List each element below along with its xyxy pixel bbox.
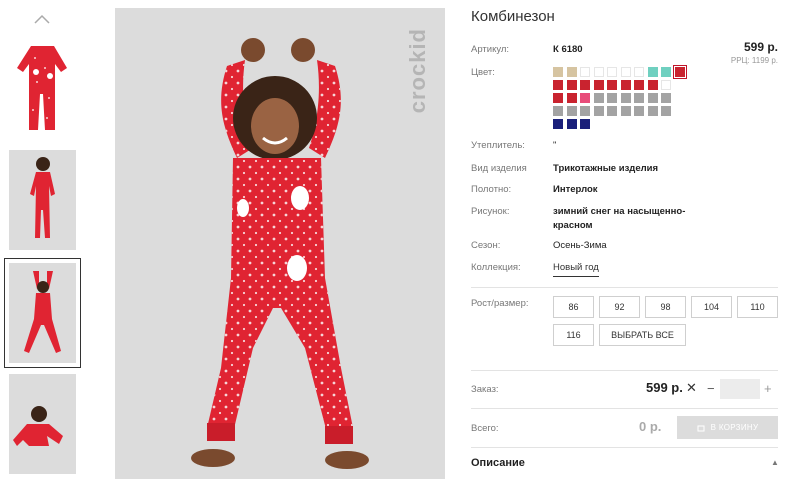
total-label: Всего: [471,423,499,434]
season-value: Осень-Зима [553,240,607,251]
cart-icon [697,425,705,431]
season-label: Сезон: [471,240,501,251]
divider [471,408,778,409]
thumbnail-flat[interactable] [9,38,76,138]
size-button-104[interactable]: 104 [691,296,732,318]
total-value: 0 р. [639,419,662,434]
color-swatch[interactable] [634,67,644,77]
color-swatch[interactable] [580,119,590,129]
fabric-label: Полотно: [471,184,512,195]
color-swatch[interactable] [593,80,604,90]
select-all-sizes-button[interactable]: ВЫБРАТЬ ВСЕ [599,324,686,346]
divider [471,287,778,288]
color-swatch[interactable] [661,80,671,90]
color-swatch[interactable] [553,106,563,116]
color-swatch[interactable] [607,93,617,103]
collection-link[interactable]: Новый год [553,262,599,277]
color-swatch[interactable] [566,80,577,90]
size-button-110[interactable]: 110 [737,296,778,318]
color-swatch[interactable] [593,93,604,103]
color-swatch[interactable] [620,106,631,116]
color-swatch[interactable] [620,67,631,77]
size-button-116[interactable]: 116 [553,324,594,346]
quantity-increase-button[interactable]: + [764,381,772,396]
size-label: Рост/размер: [471,298,529,309]
color-swatch[interactable] [634,93,644,103]
add-to-cart-button[interactable]: В КОРЗИНУ [677,416,778,439]
thumbnail-sitting[interactable] [9,374,76,474]
divider [471,370,778,371]
pattern-label: Рисунок: [471,206,510,217]
insulation-value: " [553,140,557,151]
cart-button-label: В КОРЗИНУ [710,423,759,432]
divider [471,447,778,448]
collection-label: Коллекция: [471,262,521,273]
sku-label: Артикул: [471,44,510,55]
color-swatch[interactable] [607,67,617,77]
color-swatch[interactable] [566,93,577,103]
brand-watermark: crockid [405,28,430,114]
collapse-arrow-icon[interactable]: ▲ [771,458,779,467]
color-swatch[interactable] [620,80,631,90]
color-swatch[interactable] [620,93,631,103]
pattern-value-line1: зимний снег на насыщенно- [553,206,686,217]
color-swatch[interactable] [566,67,577,77]
size-button-92[interactable]: 92 [599,296,640,318]
product-details: Комбинезон Артикул: К 6180 599 р. РРЦ: 1… [471,0,800,479]
color-swatch[interactable] [580,93,590,103]
color-swatch[interactable] [607,80,617,90]
color-swatch[interactable] [647,67,658,77]
color-swatch[interactable] [661,106,671,116]
color-swatch[interactable] [593,106,604,116]
color-swatch[interactable] [553,67,563,77]
color-swatch[interactable] [553,119,563,129]
color-swatch[interactable] [647,93,658,103]
thumbnail-standing[interactable] [9,150,76,250]
color-swatch[interactable] [647,106,658,116]
size-button-86[interactable]: 86 [553,296,594,318]
quantity-decrease-button[interactable]: − [707,381,715,396]
color-swatch[interactable] [634,106,644,116]
color-swatch[interactable] [593,67,604,77]
color-swatch[interactable] [553,93,563,103]
thumbnail-arms-up[interactable] [4,258,81,368]
color-label: Цвет: [471,67,495,78]
fabric-value: Интерлок [553,184,598,195]
pattern-value-line2: красном [553,220,593,231]
color-swatch[interactable] [566,106,577,116]
product-title: Комбинезон [471,8,555,25]
order-price: 599 р. [646,380,683,395]
quantity-input[interactable] [720,379,760,399]
color-swatch[interactable] [566,119,577,129]
color-swatch[interactable] [580,106,590,116]
size-button-98[interactable]: 98 [645,296,686,318]
type-label: Вид изделия [471,163,527,174]
rrc-price: РРЦ: 1199 р. [730,56,778,65]
color-swatch[interactable] [661,67,671,77]
main-product-image[interactable]: crockid [115,8,445,479]
order-label: Заказ: [471,384,499,395]
sku-value: К 6180 [553,44,583,55]
description-title[interactable]: Описание [471,457,525,469]
color-swatch[interactable] [553,80,563,90]
type-value: Трикотажные изделия [553,163,659,174]
product-price: 599 р. [743,40,778,54]
color-swatch[interactable] [580,80,590,90]
color-swatch[interactable] [672,65,687,79]
insulation-label: Утеплитель: [471,140,525,151]
color-swatch[interactable] [580,67,590,77]
color-swatch[interactable] [634,80,644,90]
remove-order-icon[interactable]: ✕ [686,380,697,396]
chevron-up-icon[interactable] [32,10,52,30]
color-swatch[interactable] [607,106,617,116]
color-swatch[interactable] [647,80,658,90]
color-swatch[interactable] [661,93,671,103]
thumbnail-column [0,0,90,479]
